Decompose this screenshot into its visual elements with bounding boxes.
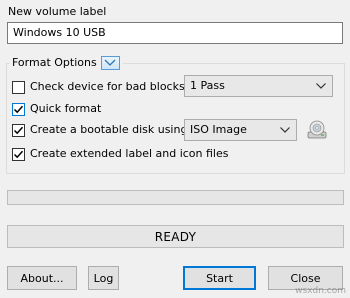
quick-format-label: Quick format — [30, 102, 102, 115]
progress-bar — [7, 190, 344, 205]
chevron-down-icon — [104, 59, 116, 66]
extended-label-label: Create extended label and icon files — [30, 147, 229, 160]
bootable-disk-checkbox[interactable] — [12, 123, 25, 137]
boot-image-type-select[interactable]: ISO Image — [184, 119, 297, 141]
about-button[interactable]: About... — [7, 266, 77, 290]
bad-blocks-passes-value: 1 Pass — [190, 79, 225, 92]
status-bar: READY — [7, 225, 344, 248]
extended-label-checkbox[interactable] — [12, 147, 25, 161]
select-image-button[interactable] — [306, 119, 328, 141]
chevron-down-icon — [316, 83, 326, 89]
status-text: READY — [154, 229, 197, 244]
chevron-down-icon — [280, 127, 290, 133]
bad-blocks-option[interactable]: Check device for bad blocks — [12, 80, 185, 94]
quick-format-option[interactable]: Quick format — [12, 102, 101, 116]
disc-drive-icon — [307, 120, 327, 139]
bootable-disk-label: Create a bootable disk using — [30, 123, 188, 136]
bad-blocks-checkbox[interactable] — [12, 80, 25, 94]
quick-format-checkbox[interactable] — [12, 102, 25, 116]
volume-label-input[interactable]: Windows 10 USB — [7, 22, 343, 44]
format-options-header: Format Options — [10, 56, 123, 70]
bad-blocks-label: Check device for bad blocks — [30, 80, 185, 93]
advanced-options-toggle[interactable] — [100, 56, 120, 70]
boot-image-type-value: ISO Image — [190, 123, 247, 136]
format-options-title: Format Options — [12, 56, 97, 69]
extended-label-option[interactable]: Create extended label and icon files — [12, 147, 229, 161]
bootable-disk-option[interactable]: Create a bootable disk using — [12, 123, 187, 137]
watermark: wsxdn.com — [295, 286, 346, 296]
start-button[interactable]: Start — [183, 266, 256, 290]
volume-label-caption: New volume label — [8, 5, 107, 18]
bad-blocks-passes-select[interactable]: 1 Pass — [184, 75, 333, 97]
log-button[interactable]: Log — [88, 266, 119, 290]
